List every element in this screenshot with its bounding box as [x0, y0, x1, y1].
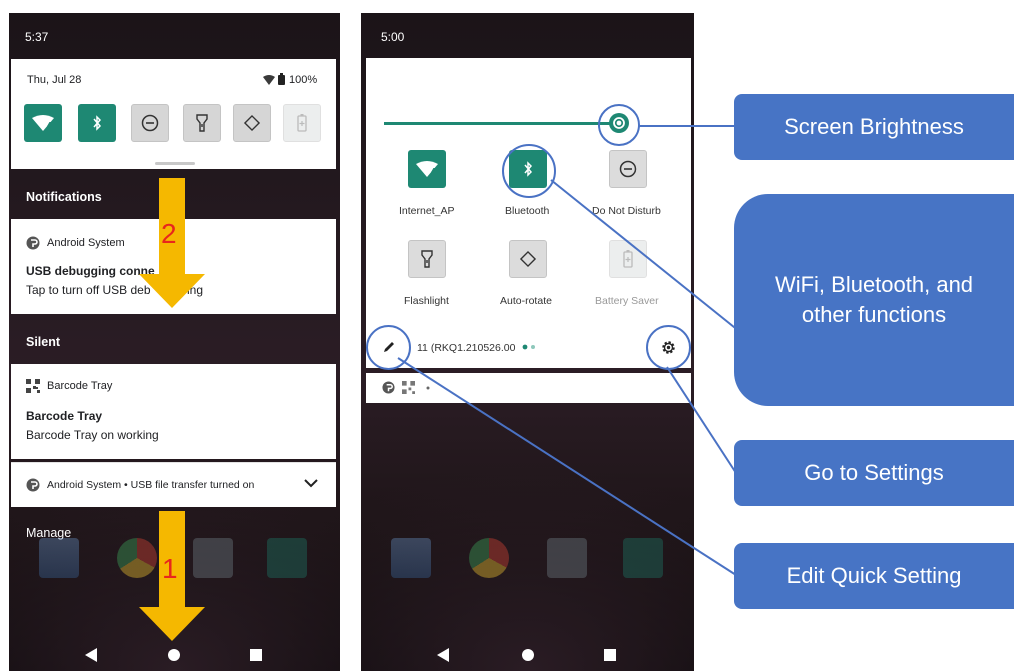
settings-highlight-ring [646, 325, 691, 370]
callout-screen-brightness: Screen Brightness [734, 94, 1014, 160]
callout-edit-quick-setting: Edit Quick Setting [734, 543, 1014, 609]
callout-edit-quick-setting-text: Edit Quick Setting [786, 563, 962, 588]
edit-highlight-ring [366, 325, 411, 370]
callout-go-to-settings: Go to Settings [734, 440, 1014, 506]
callout-functions-line2: other functions [801, 302, 947, 327]
callout-screen-brightness-text: Screen Brightness [784, 114, 964, 139]
callout-go-to-settings-text: Go to Settings [804, 460, 944, 485]
bluetooth-highlight-ring [502, 144, 556, 198]
callout-functions-line1: WiFi, Bluetooth, and [774, 272, 974, 297]
callout-functions: WiFi, Bluetooth, and other functions [734, 194, 1014, 406]
brightness-highlight-ring [598, 104, 640, 146]
